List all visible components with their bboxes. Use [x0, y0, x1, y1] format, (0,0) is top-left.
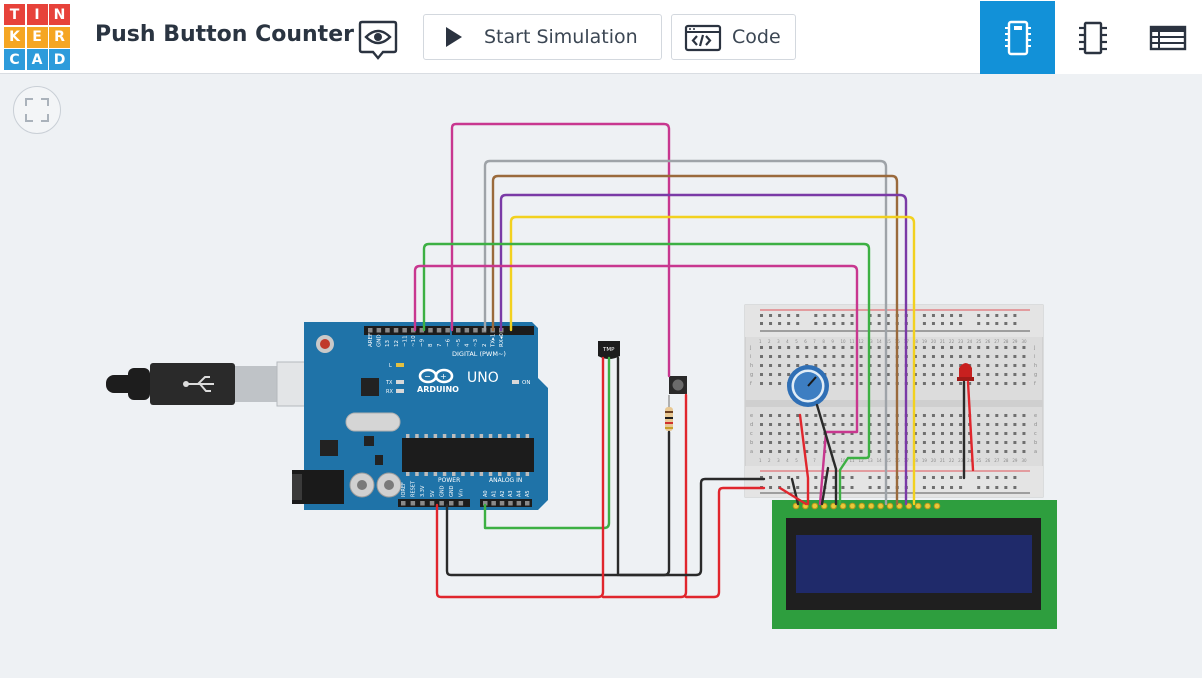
logo-letter: A	[26, 49, 48, 70]
logo-letter: D	[49, 49, 70, 70]
components-view-button[interactable]	[980, 1, 1055, 74]
logo-letter: C	[4, 49, 25, 70]
top-toolbar: TIN KER CAD Push Button Counter Start Simu…	[0, 0, 1202, 74]
code-editor-icon	[684, 24, 722, 52]
schematic-view-button[interactable]	[1055, 1, 1130, 74]
chip-icon	[1078, 21, 1107, 54]
logo-letter: K	[4, 26, 25, 48]
logo-letter: I	[26, 4, 48, 25]
logo-letter: E	[26, 26, 48, 48]
eye-icon	[358, 20, 398, 60]
component-list-button[interactable]	[1130, 1, 1202, 74]
fit-view-button[interactable]	[13, 86, 61, 134]
breadboard-view-icon	[1004, 20, 1031, 55]
start-simulation-button[interactable]: Start Simulation	[423, 14, 662, 60]
start-simulation-label: Start Simulation	[484, 26, 638, 48]
code-label: Code	[732, 26, 781, 48]
code-button[interactable]: Code	[671, 14, 796, 60]
play-icon	[446, 27, 462, 47]
table-list-icon	[1149, 25, 1186, 50]
expand-icon	[25, 98, 49, 122]
tinkercad-logo[interactable]: TIN KER CAD	[4, 4, 70, 70]
logo-letter: T	[4, 4, 25, 25]
logo-letter: R	[49, 26, 70, 48]
logo-letter: N	[49, 4, 70, 25]
visibility-toggle-button[interactable]	[358, 16, 398, 62]
project-title[interactable]: Push Button Counter	[95, 22, 354, 47]
circuit-canvas[interactable]	[0, 74, 1202, 678]
